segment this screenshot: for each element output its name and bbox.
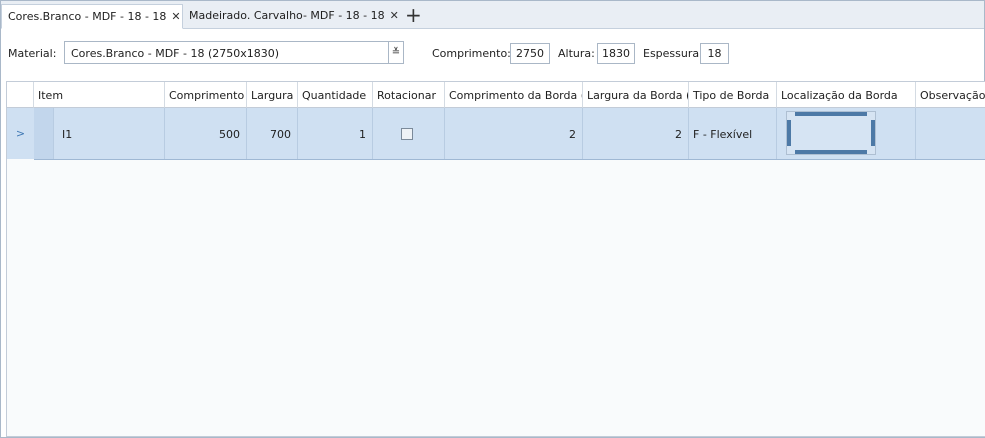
comprimento-field[interactable]: 2750 [510, 43, 550, 64]
altura-field[interactable]: 1830 [597, 43, 635, 64]
pieces-grid: Item Comprimento Largura Quantidade Rota… [6, 81, 985, 437]
tab-label: Madeirado. Carvalho- MDF - 18 - 18 [189, 9, 385, 22]
column-header-comprimento-borda[interactable]: Comprimento da Borda ( [445, 82, 583, 108]
column-header-tipo-borda[interactable]: Tipo de Borda [689, 82, 777, 108]
edge-top-marker[interactable] [795, 112, 867, 116]
altura-label: Altura: [558, 47, 595, 60]
row-header-corner [7, 82, 34, 108]
close-icon[interactable]: ✕ [390, 9, 399, 22]
add-tab-icon[interactable]: + [405, 5, 422, 25]
edge-bottom-marker[interactable] [795, 150, 867, 154]
espessura-label: Espessura: [643, 47, 703, 60]
column-header-rotacionar[interactable]: Rotacionar [373, 82, 445, 108]
comprimento-label: Comprimento: [432, 47, 511, 60]
column-header-quantidade[interactable]: Quantidade [298, 82, 373, 108]
tab-madeirado-carvalho[interactable]: Madeirado. Carvalho- MDF - 18 - 18 ✕ [183, 4, 401, 27]
tab-strip: Cores.Branco - MDF - 18 - 18 ✕ Madeirado… [1, 1, 984, 29]
column-header-largura[interactable]: Largura [247, 82, 298, 108]
cell-comprimento-borda[interactable]: 2 [445, 108, 583, 159]
column-header-observacao[interactable]: Observação [916, 82, 985, 108]
app-window: Cores.Branco - MDF - 18 - 18 ✕ Madeirado… [0, 0, 985, 438]
rotacionar-checkbox[interactable] [401, 128, 413, 140]
cell-largura-borda[interactable]: 2 [583, 108, 689, 159]
cell-item[interactable]: I1 [54, 108, 165, 159]
espessura-field[interactable]: 18 [700, 43, 729, 64]
material-label: Material: [8, 47, 57, 60]
cell-largura[interactable]: 700 [247, 108, 298, 159]
cell-rotacionar[interactable] [373, 108, 445, 159]
cell-observacao[interactable] [916, 108, 985, 159]
cell-localizacao-borda[interactable] [777, 108, 916, 159]
edge-location-widget[interactable] [786, 111, 876, 155]
close-icon[interactable]: ✕ [171, 10, 180, 23]
edge-left-marker[interactable] [787, 120, 791, 146]
edge-right-marker[interactable] [871, 120, 875, 146]
chevron-down-icon[interactable]: ≚ [388, 42, 403, 63]
table-row[interactable]: I1 500 700 1 2 2 F - Flexível [34, 108, 985, 160]
material-select[interactable]: Cores.Branco - MDF - 18 (2750x1830) ≚ [64, 41, 404, 64]
material-value: Cores.Branco - MDF - 18 (2750x1830) [71, 47, 280, 60]
column-header-largura-borda[interactable]: Largura da Borda ( [583, 82, 689, 108]
cell-quantidade[interactable]: 1 [298, 108, 373, 159]
cell-comprimento[interactable]: 500 [165, 108, 247, 159]
row-group-cell [34, 108, 54, 159]
column-header-item[interactable]: Item [34, 82, 165, 108]
column-header-comprimento[interactable]: Comprimento [165, 82, 247, 108]
tab-cores-branco[interactable]: Cores.Branco - MDF - 18 - 18 ✕ [1, 4, 183, 29]
tab-label: Cores.Branco - MDF - 18 - 18 [8, 10, 167, 23]
row-indicator-icon[interactable]: > [7, 108, 35, 159]
column-header-localizacao-borda[interactable]: Localização da Borda [777, 82, 916, 108]
cell-tipo-borda[interactable]: F - Flexível [689, 108, 777, 159]
